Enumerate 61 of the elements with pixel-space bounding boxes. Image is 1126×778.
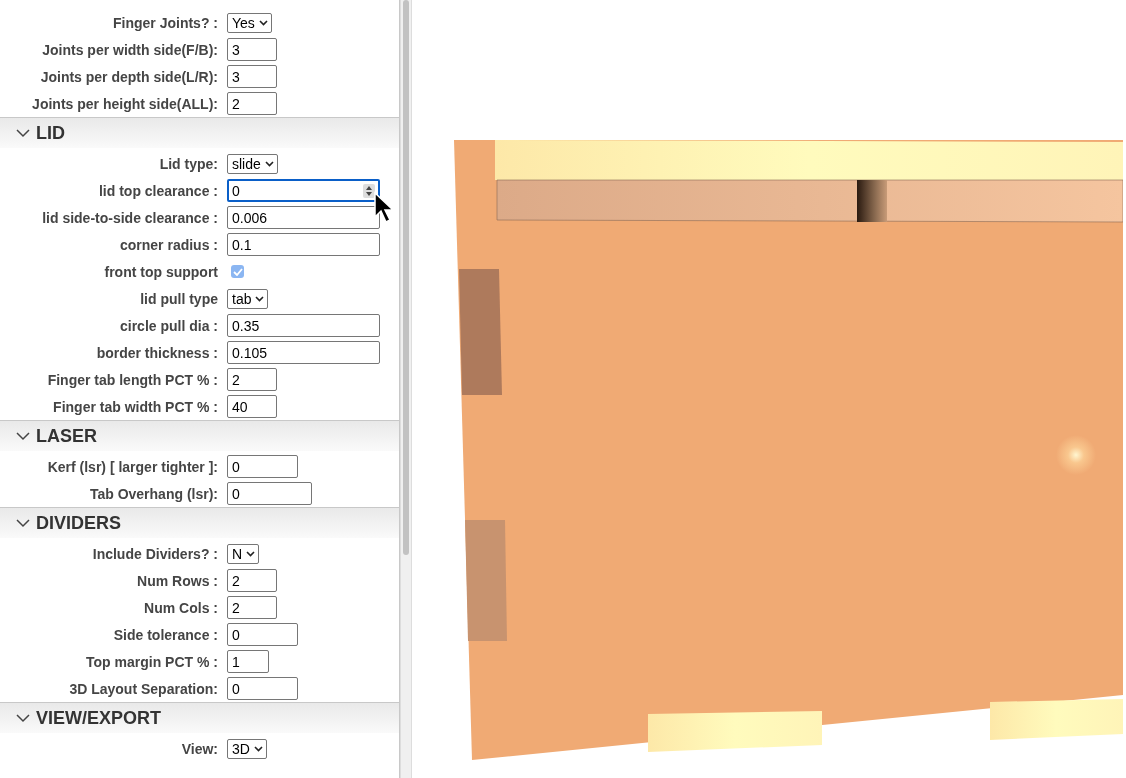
caret-icon: [253, 745, 263, 752]
input-field[interactable]: 0: [227, 677, 298, 700]
dropdown[interactable]: 3D: [227, 738, 267, 759]
field-label: Lid type:: [158, 155, 218, 172]
input-field[interactable]: 2: [227, 569, 277, 592]
input-field[interactable]: 0: [227, 482, 312, 505]
field-label: View:: [180, 740, 218, 757]
field-label: Tab Overhang (lsr):: [88, 485, 218, 502]
caret-icon: [264, 160, 274, 167]
scrollbar[interactable]: [400, 0, 412, 778]
field-label: Joints per height side(ALL):: [31, 95, 218, 112]
field-label: border thickness :: [95, 344, 218, 361]
dropdown[interactable]: N: [227, 543, 260, 564]
input-field[interactable]: 2: [227, 92, 277, 115]
field-label: Finger Joints? :: [112, 14, 218, 31]
field-label: front top support: [103, 263, 218, 280]
input-field[interactable]: 3: [227, 65, 277, 88]
section-header[interactable]: VIEW/EXPORT: [0, 703, 399, 733]
field-label: Num Cols :: [143, 599, 218, 616]
dropdown[interactable]: Yes: [227, 12, 272, 33]
chevron-icon: [16, 431, 30, 441]
field-label: Include Dividers? :: [91, 545, 218, 562]
field-label: circle pull dia :: [118, 317, 218, 334]
section-header[interactable]: LID: [0, 118, 399, 148]
caret-icon: [246, 550, 256, 557]
input-field[interactable]: 0.105: [227, 341, 380, 364]
field-label: 3D Layout Separation:: [68, 680, 218, 697]
dropdown[interactable]: tab: [227, 288, 269, 309]
chevron-icon: [16, 713, 30, 723]
field-label: corner radius :: [118, 236, 218, 253]
field-label: Side tolerance :: [112, 626, 218, 643]
field-label: Kerf (lsr) [ larger tighter ]:: [46, 458, 218, 475]
input-field[interactable]: 0: [227, 455, 298, 478]
input-field[interactable]: 3: [227, 38, 277, 61]
chevron-icon: [16, 518, 30, 528]
field-label: Finger tab length PCT % :: [46, 371, 218, 388]
input-field[interactable]: 0.35: [227, 314, 380, 337]
chevron-icon: [16, 128, 30, 138]
caret-icon: [258, 19, 268, 26]
field-label: Top margin PCT % :: [85, 653, 218, 670]
input-field[interactable]: 0.1: [227, 233, 380, 256]
input-field[interactable]: 40: [227, 395, 277, 418]
section-header[interactable]: LASER: [0, 421, 399, 451]
input-field[interactable]: 0: [227, 623, 298, 646]
field-label: lid top clearance :: [97, 182, 218, 199]
field-label: Joints per depth side(L/R):: [39, 68, 218, 85]
field-label: lid pull type: [139, 290, 218, 307]
input-field[interactable]: 2: [227, 368, 277, 391]
input-field[interactable]: 0: [227, 179, 380, 202]
input-field[interactable]: 1: [227, 650, 269, 673]
input-field[interactable]: 2: [227, 596, 277, 619]
field-label: Joints per width side(F/B):: [41, 41, 218, 58]
caret-icon: [255, 295, 265, 302]
dropdown[interactable]: slide: [227, 153, 278, 174]
field-label: Num Rows :: [136, 572, 218, 589]
field-label: Finger tab width PCT % :: [52, 398, 218, 415]
field-label: lid side-to-side clearance :: [41, 209, 218, 226]
section-header[interactable]: DIVIDERS: [0, 508, 399, 538]
input-field[interactable]: 0.006: [227, 206, 380, 229]
spinner-icon[interactable]: [363, 183, 375, 198]
checkbox[interactable]: [231, 265, 244, 278]
